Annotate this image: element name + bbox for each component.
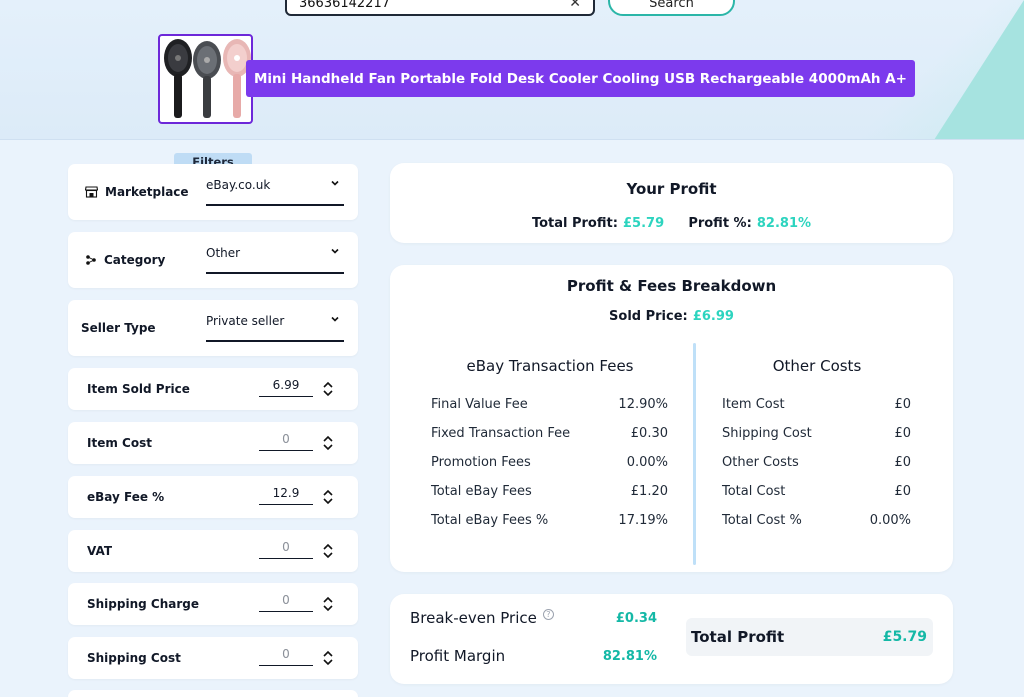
breakdown-card: Profit & Fees Breakdown Sold Price: £6.9…	[390, 265, 953, 572]
fee-value: 12.90%	[618, 397, 668, 412]
breakeven-label: Break-even Price	[410, 609, 537, 627]
profit-summary-line: Total Profit: £5.79 Profit %: 82.81%	[390, 212, 953, 231]
product-thumbnail[interactable]	[158, 34, 253, 124]
summary-card: Break-even Price? £0.34 Profit Margin 82…	[390, 594, 953, 684]
fee-label: Promotion Fees	[431, 455, 531, 470]
total-profit-box: Total Profit £5.79	[686, 618, 933, 656]
cost-value: £0	[894, 426, 911, 441]
header-decoration-triangle	[934, 0, 1024, 139]
shipping-charge-label: Shipping Charge	[87, 597, 199, 611]
shipping-charge-input[interactable]: 0	[259, 590, 313, 612]
your-profit-title: Your Profit	[626, 180, 717, 198]
search-input[interactable]	[299, 0, 564, 11]
up-down-stepper-icon[interactable]	[322, 380, 334, 398]
cost-value: £0	[894, 397, 911, 412]
product-title: Mini Handheld Fan Portable Fold Desk Coo…	[246, 60, 915, 97]
cost-label: Item Cost	[722, 397, 785, 412]
fee-label: Total eBay Fees	[431, 484, 532, 499]
your-profit-card: Your Profit Total Profit: £5.79 Profit %…	[390, 163, 953, 243]
total-profit-box-value: £5.79	[882, 629, 927, 645]
breakdown-divider	[693, 343, 696, 565]
fee-label: Final Value Fee	[431, 397, 528, 412]
vat-input[interactable]: 0	[259, 537, 313, 559]
total-profit-label: Total Profit:	[531, 216, 618, 231]
profit-margin-value: 82.81%	[602, 649, 657, 664]
profit-margin-label: Profit Margin	[410, 647, 506, 665]
search-button[interactable]: Search	[608, 0, 735, 16]
fee-value: 17.19%	[618, 513, 668, 528]
cost-label: Total Cost %	[722, 513, 802, 528]
item-cost-filter: Item Cost 0	[68, 422, 358, 464]
vat-filter: VAT 0	[68, 530, 358, 572]
profit-pct-label: Profit %:	[688, 216, 752, 231]
page-header: ✕ Search Mini Handheld Fan Portable Fold…	[0, 0, 1024, 140]
fee-value: £1.20	[630, 484, 668, 499]
up-down-stepper-icon[interactable]	[322, 488, 334, 506]
vat-label: VAT	[87, 544, 113, 558]
sold-price-value: £6.99	[692, 309, 734, 324]
total-profit-value: £5.79	[623, 216, 665, 231]
profit-pct-value: 82.81%	[756, 216, 812, 231]
sold-price-label: Sold Price:	[609, 309, 688, 324]
seller-type-value: Private seller	[206, 314, 285, 328]
cost-label: Other Costs	[722, 455, 799, 470]
sold-price-line: Sold Price: £6.99	[390, 305, 953, 324]
category-icon	[86, 255, 96, 265]
cost-value: £0	[894, 455, 911, 470]
chevron-down-icon	[331, 316, 339, 322]
search-box[interactable]: ✕	[285, 0, 595, 16]
shipping-cost-filter: Shipping Cost 0	[68, 637, 358, 679]
seller-type-filter: Seller Type Private seller	[68, 300, 358, 356]
fee-value: 0.00%	[626, 455, 668, 470]
breakeven-label-group: Break-even Price?	[410, 609, 554, 627]
store-icon	[85, 186, 98, 198]
marketplace-select[interactable]: eBay.co.uk	[206, 176, 344, 206]
up-down-stepper-icon[interactable]	[322, 649, 334, 667]
marketplace-label: Marketplace	[105, 185, 189, 199]
category-label-group: Category	[85, 253, 165, 267]
item-cost-label: Item Cost	[87, 436, 152, 450]
fee-value: £0.30	[630, 426, 668, 441]
up-down-stepper-icon[interactable]	[322, 542, 334, 560]
ebay-fee-input[interactable]: 12.9	[259, 483, 313, 505]
category-filter: Category Other	[68, 232, 358, 288]
item-sold-price-input[interactable]: 6.99	[259, 375, 313, 397]
cost-label: Shipping Cost	[722, 426, 812, 441]
ebay-fee-filter: eBay Fee % 12.9	[68, 476, 358, 518]
cost-label: Total Cost	[722, 484, 786, 499]
category-select[interactable]: Other	[206, 244, 344, 274]
close-icon[interactable]: ✕	[569, 0, 581, 11]
seller-type-label: Seller Type	[81, 321, 156, 335]
breakdown-title: Profit & Fees Breakdown	[566, 277, 777, 295]
category-label: Category	[104, 253, 166, 267]
chevron-down-icon	[331, 248, 339, 254]
filter-card-partial	[68, 690, 358, 697]
fee-label: Total eBay Fees %	[431, 513, 549, 528]
total-profit-box-label: Total Profit	[691, 628, 785, 646]
item-cost-input[interactable]: 0	[259, 429, 313, 451]
breakeven-value: £0.34	[615, 611, 657, 626]
seller-type-select[interactable]: Private seller	[206, 312, 344, 342]
shipping-cost-label: Shipping Cost	[87, 651, 181, 665]
item-sold-price-label: Item Sold Price	[87, 382, 190, 396]
fan-product-image	[164, 39, 251, 118]
chevron-down-icon	[331, 180, 339, 186]
ebay-fees-title: eBay Transaction Fees	[466, 357, 634, 375]
other-costs-title: Other Costs	[772, 357, 862, 375]
ebay-fee-label: eBay Fee %	[87, 490, 165, 504]
info-icon[interactable]: ?	[542, 609, 554, 620]
item-sold-price-filter: Item Sold Price 6.99	[68, 368, 358, 410]
shipping-charge-filter: Shipping Charge 0	[68, 583, 358, 625]
up-down-stepper-icon[interactable]	[322, 434, 334, 452]
up-down-stepper-icon[interactable]	[322, 595, 334, 613]
marketplace-label-group: Marketplace	[85, 185, 189, 199]
fee-label: Fixed Transaction Fee	[431, 426, 571, 441]
cost-value: 0.00%	[869, 513, 911, 528]
marketplace-filter: Marketplace eBay.co.uk	[68, 164, 358, 220]
marketplace-value: eBay.co.uk	[206, 178, 271, 192]
shipping-cost-input[interactable]: 0	[259, 644, 313, 666]
category-value: Other	[206, 246, 241, 260]
cost-value: £0	[894, 484, 911, 499]
